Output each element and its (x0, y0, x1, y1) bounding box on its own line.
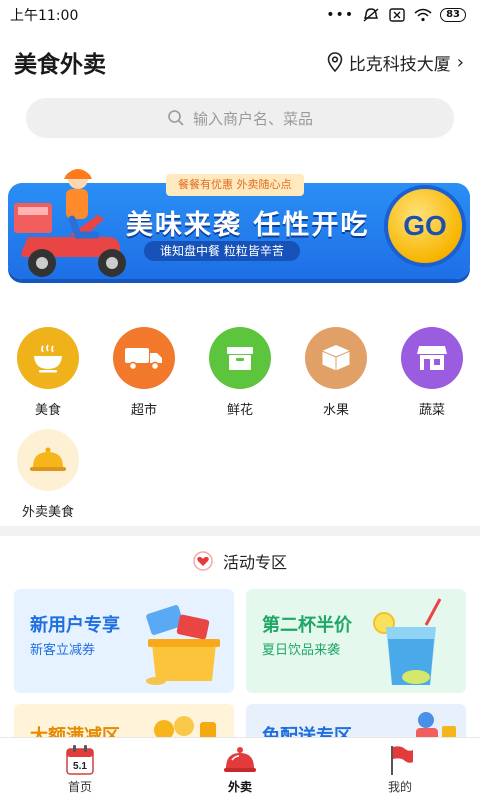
category-label: 美食 (34, 403, 61, 418)
sim-off-icon (389, 8, 405, 22)
category-label: 外卖美食 (21, 505, 74, 520)
tab-takeout[interactable]: 外卖 (160, 738, 320, 800)
location-label: 比克科技大厦 (348, 54, 451, 75)
section-divider (0, 526, 480, 536)
category-icon-circle (17, 327, 79, 389)
tab-home-label: 首页 (67, 780, 92, 794)
category-food[interactable]: 美食 (0, 327, 96, 418)
category-label: 超市 (130, 403, 157, 418)
promo-card-title: 新用户专享 (30, 615, 120, 636)
mute-bell-icon (363, 8, 379, 22)
promo-card-new-user[interactable]: 新用户专享 新客立减券 (14, 589, 234, 693)
banner-go-button[interactable]: GO (384, 185, 466, 267)
search-placeholder: 输入商户名、菜品 (192, 109, 313, 128)
category-flowers[interactable]: 鲜花 (192, 327, 288, 418)
activity-title: 活动专区 (222, 553, 287, 572)
more-dots-icon: ••• (326, 7, 355, 23)
banner-subtitle: 谁知盘中餐 粒粒皆辛苦 (144, 241, 300, 261)
calendar-date-text: 5.1 (73, 761, 87, 772)
store-icon (417, 346, 447, 370)
battery-level: 83 (440, 8, 466, 22)
banner-title: 美味来袭 任性开吃 (126, 210, 370, 241)
calendar-icon: 5.1 (66, 745, 94, 775)
dish-cover-icon (30, 447, 66, 471)
drink-cup-illustration (373, 598, 442, 685)
tab-mine-label: 我的 (387, 780, 412, 794)
category-label: 水果 (322, 403, 349, 418)
category-takeout-food[interactable]: 外卖美食 (0, 429, 96, 520)
status-time: 上午11:00 (10, 8, 79, 24)
open-box-icon (321, 345, 351, 372)
status-icons: ••• 83 (326, 7, 466, 23)
tab-mine[interactable]: 我的 (320, 738, 480, 800)
truck-icon (125, 348, 162, 371)
promo-banner[interactable]: 餐餐有优惠 外卖随心点 美味来袭 任性开吃 谁知盘中餐 粒粒皆辛苦 GO (8, 165, 470, 283)
category-icon-circle (113, 327, 175, 389)
search-icon (168, 110, 184, 126)
chevron-right-icon: › (456, 51, 464, 73)
category-label: 鲜花 (226, 403, 253, 418)
wifi-icon (414, 8, 432, 22)
category-supermarket[interactable]: 超市 (96, 327, 192, 418)
category-icon-circle (401, 327, 463, 389)
tab-home[interactable]: 5.1 首页 (0, 738, 160, 800)
location-selector[interactable]: 比克科技大厦 › (327, 50, 464, 75)
dish-cover-icon (224, 747, 256, 772)
banner-tag: 餐餐有优惠 外卖随心点 (166, 174, 304, 196)
promo-card-subtitle: 夏日饮品来袭 (262, 643, 341, 658)
search-input[interactable]: 输入商户名、菜品 (26, 98, 454, 138)
box-icon (227, 347, 253, 370)
category-icon-circle (209, 327, 271, 389)
location-pin-icon (327, 52, 343, 72)
heart-icon (193, 551, 213, 571)
promo-card-title: 第二杯半价 (262, 615, 352, 636)
category-icon-circle (17, 429, 79, 491)
category-vegetables[interactable]: 蔬菜 (384, 327, 480, 418)
promo-card-second-cup[interactable]: 第二杯半价 夏日饮品来袭 (246, 589, 466, 693)
delivery-scooter-illustration (14, 169, 126, 277)
bottom-nav: 5.1 首页 外卖 我的 (0, 737, 480, 800)
category-label: 蔬菜 (418, 403, 445, 418)
activity-header: 活动专区 (0, 546, 480, 576)
bowl-icon (34, 344, 62, 373)
tab-takeout-label: 外卖 (227, 780, 252, 794)
promo-card-subtitle: 新客立减券 (30, 643, 96, 658)
category-fruit[interactable]: 水果 (288, 327, 384, 418)
flag-icon (391, 746, 413, 775)
category-icon-circle (305, 327, 367, 389)
status-bar: 上午11:00 ••• 83 (0, 0, 480, 30)
coupon-box-illustration (146, 605, 220, 685)
page-title: 美食外卖 (14, 52, 106, 78)
header: 美食外卖 比克科技大厦 › (0, 42, 480, 82)
